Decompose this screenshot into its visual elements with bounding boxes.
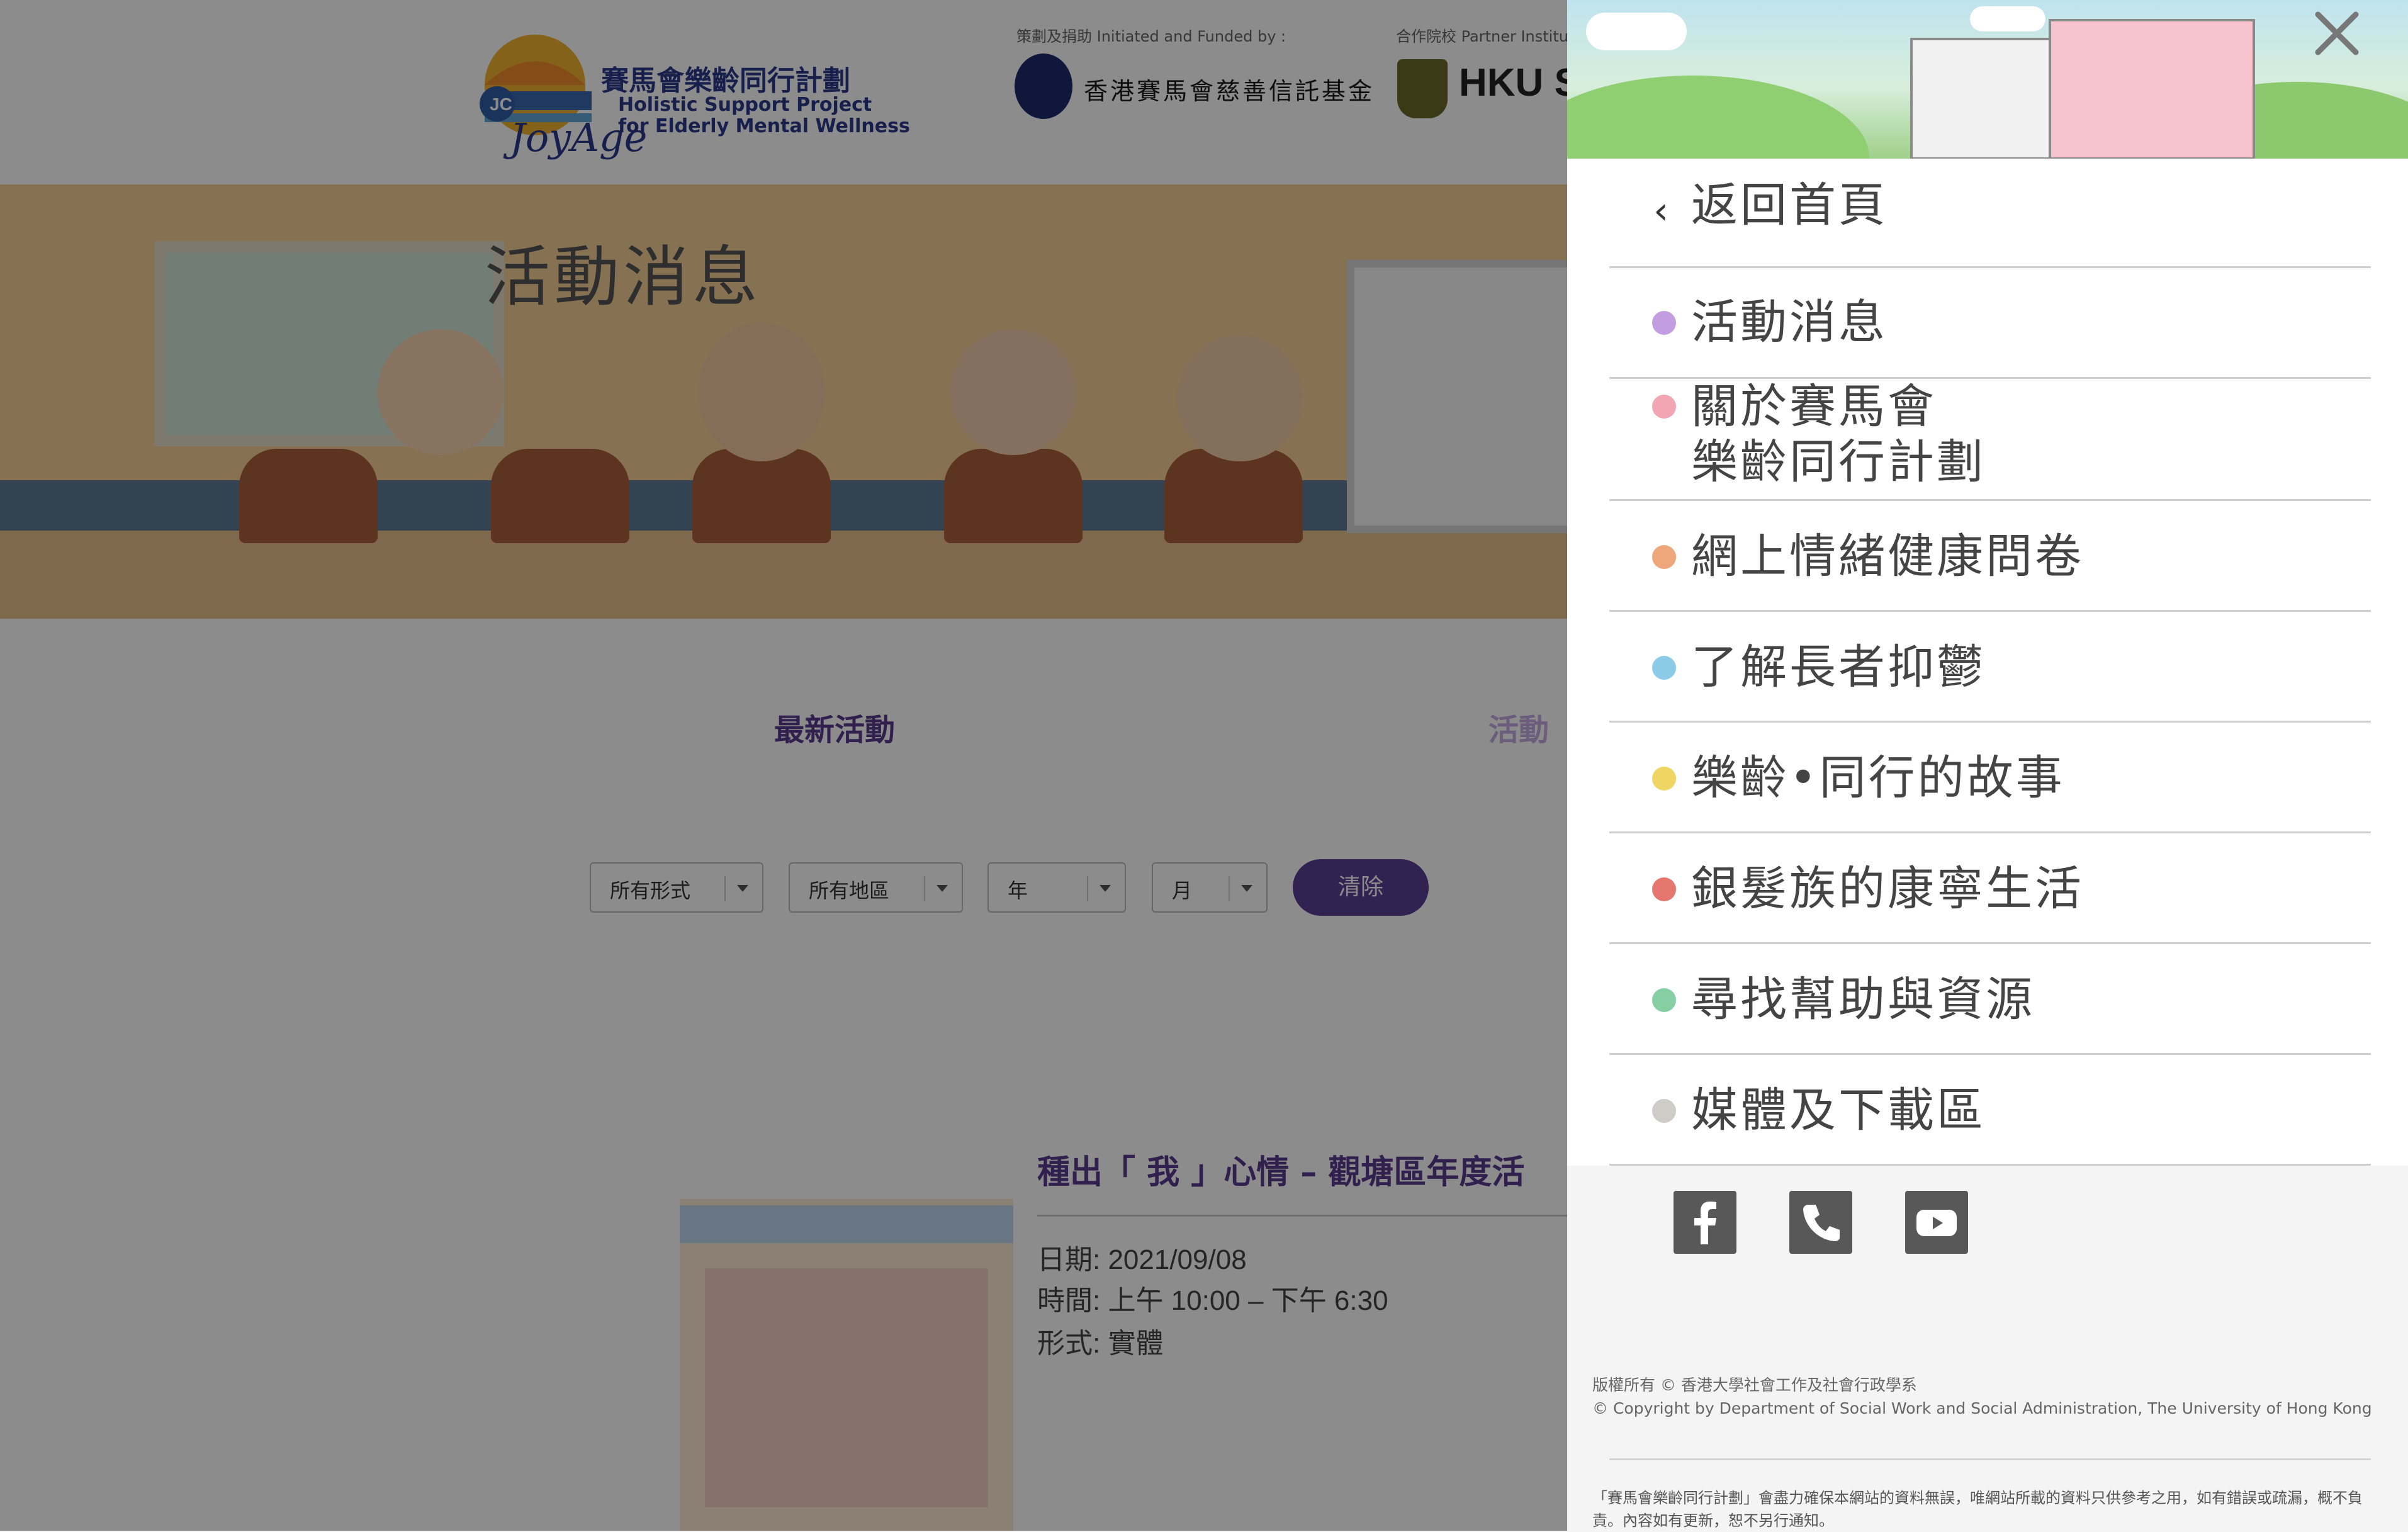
menu-item-about[interactable]: 關於賽馬會 樂齡同行計劃	[1609, 379, 2371, 501]
menu-footer: 版權所有 © 香港大學社會工作及社會行政學系 © Copyright by De…	[1567, 1166, 2408, 1531]
facebook-icon[interactable]	[1674, 1191, 1736, 1254]
menu-item-back-home[interactable]: ‹ 返回首頁	[1609, 159, 2371, 268]
menu-item-stories[interactable]: 樂齡•同行的故事	[1609, 723, 2371, 833]
menu-dot-icon	[1652, 395, 1676, 419]
copyright-text: 版權所有 © 香港大學社會工作及社會行政學系 © Copyright by De…	[1592, 1373, 2372, 1420]
copyright-en: © Copyright by Department of Social Work…	[1592, 1399, 2372, 1417]
menu-item-label-line2: 樂齡同行計劃	[1691, 435, 1986, 489]
menu-item-label: 活動消息	[1691, 295, 1888, 349]
side-menu-panel: ‹ 返回首頁 活動消息 關於賽馬會 樂齡同行計劃 網上情緒健康問卷 了解長者抑鬱…	[1567, 0, 2408, 1531]
copyright-zh: 版權所有 © 香港大學社會工作及社會行政學系	[1592, 1376, 1917, 1394]
chevron-left-icon: ‹	[1653, 189, 1668, 233]
phone-icon[interactable]	[1789, 1191, 1852, 1254]
close-icon[interactable]	[2309, 5, 2365, 62]
menu-item-label: 返回首頁	[1691, 178, 1888, 232]
hill-illustration	[1567, 76, 1869, 159]
menu-item-events[interactable]: 活動消息	[1609, 268, 2371, 379]
cloud-illustration	[1586, 13, 1687, 50]
menu-dot-icon	[1652, 545, 1676, 569]
divider	[1609, 1458, 2371, 1460]
menu-dot-icon	[1652, 767, 1676, 791]
menu-item-label: 媒體及下載區	[1691, 1083, 1986, 1137]
building-illustration	[1910, 38, 2054, 159]
menu-item-resources[interactable]: 尋找幫助與資源	[1609, 944, 2371, 1055]
menu-item-media[interactable]: 媒體及下載區	[1609, 1055, 2371, 1166]
youtube-icon[interactable]	[1905, 1191, 1968, 1254]
menu-item-label: 關於賽馬會	[1691, 380, 1937, 434]
menu-item-label: 銀髮族的康寧生活	[1691, 862, 2084, 916]
menu-list: ‹ 返回首頁 活動消息 關於賽馬會 樂齡同行計劃 網上情緒健康問卷 了解長者抑鬱…	[1567, 159, 2408, 1166]
menu-item-label: 尋找幫助與資源	[1691, 972, 2035, 1027]
menu-dot-icon	[1652, 656, 1676, 680]
menu-item-depression[interactable]: 了解長者抑鬱	[1609, 612, 2371, 723]
menu-item-label: 網上情緒健康問卷	[1691, 529, 2084, 583]
modal-backdrop[interactable]	[0, 0, 1567, 1531]
menu-item-wellness[interactable]: 銀髮族的康寧生活	[1609, 833, 2371, 944]
menu-item-label: 樂齡•同行的故事	[1691, 751, 2065, 805]
menu-dot-icon	[1652, 988, 1676, 1012]
menu-dot-icon	[1652, 311, 1676, 335]
phone-glyph	[1803, 1205, 1840, 1241]
youtube-glyph	[1916, 1210, 1957, 1236]
menu-item-questionnaire[interactable]: 網上情緒健康問卷	[1609, 501, 2371, 612]
menu-dot-icon	[1652, 877, 1676, 901]
cloud-illustration	[1970, 6, 2045, 31]
menu-dot-icon	[1652, 1099, 1676, 1123]
building-illustration	[2049, 19, 2255, 159]
facebook-glyph	[1694, 1202, 1716, 1244]
disclaimer-text: 「賽馬會樂齡同行計劃」會盡力確保本網站的資料無誤，唯網站所載的資料只供參考之用，…	[1592, 1489, 2363, 1529]
menu-banner-illustration	[1567, 0, 2408, 162]
menu-item-label: 了解長者抑鬱	[1691, 640, 1986, 694]
